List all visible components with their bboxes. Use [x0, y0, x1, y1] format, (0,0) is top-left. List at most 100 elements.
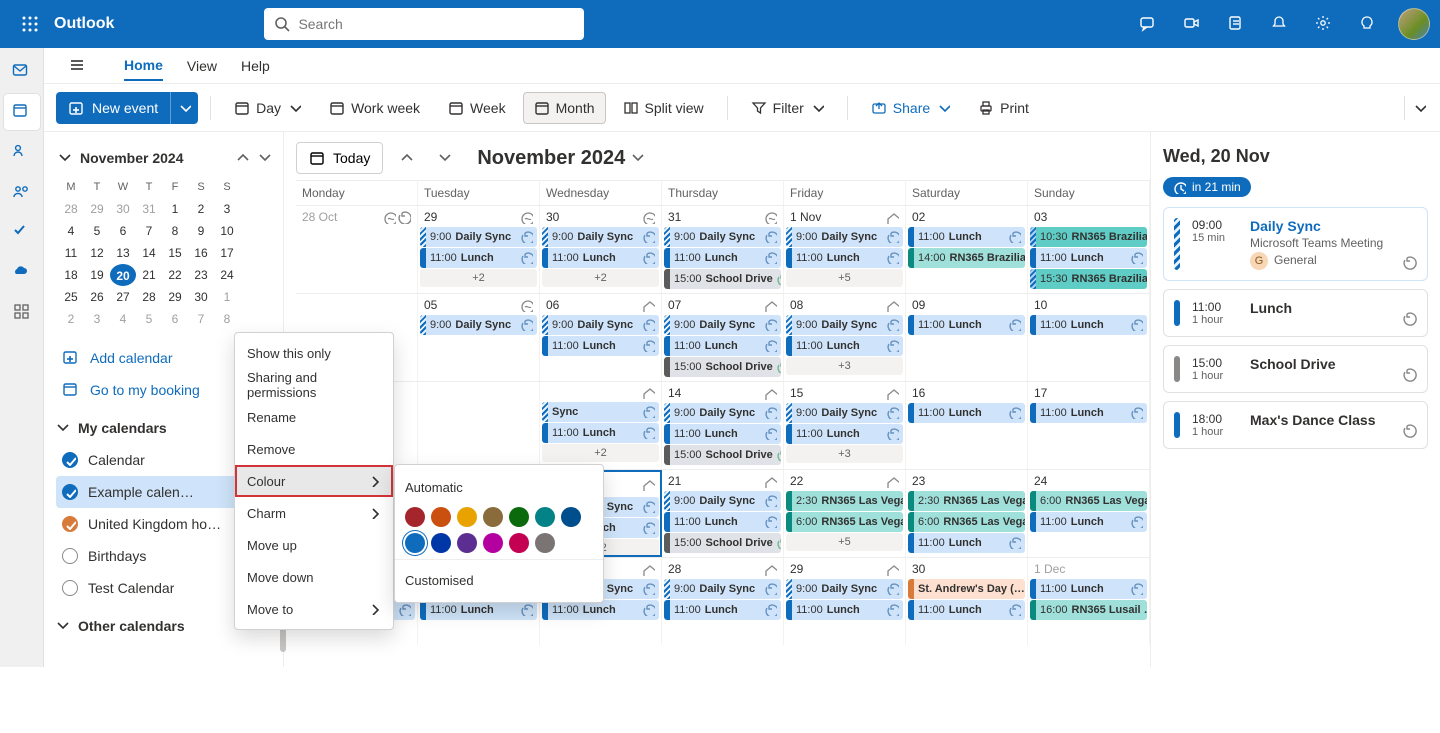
calendar-event[interactable]: 11:00Lunch: [1030, 512, 1147, 532]
view-day-button[interactable]: Day: [223, 92, 312, 124]
month-cell[interactable]: 30St. Andrew's Day (…11:00Lunch: [906, 558, 1028, 645]
calendar-event[interactable]: St. Andrew's Day (…: [908, 579, 1025, 599]
more-events-button[interactable]: +2: [542, 269, 659, 287]
ctx-move-down[interactable]: Move down: [235, 561, 393, 593]
new-event-split[interactable]: [170, 92, 198, 124]
more-events-button[interactable]: +2: [542, 444, 659, 462]
mini-day[interactable]: 30: [188, 286, 214, 308]
calendar-event[interactable]: 11:00Lunch: [664, 424, 781, 444]
month-cell[interactable]: 309:00Daily Sync11:00Lunch+2: [540, 206, 662, 293]
month-cell[interactable]: 0211:00Lunch14:00RN365 Brazilian: [906, 206, 1028, 293]
month-cell[interactable]: 149:00Daily Sync11:00Lunch15:00School Dr…: [662, 382, 784, 469]
month-cell[interactable]: [418, 382, 540, 469]
rail-groups[interactable]: [4, 174, 40, 210]
calendar-event[interactable]: 6:00RN365 Las Vegas: [908, 512, 1025, 532]
month-cell[interactable]: 1 Nov9:00Daily Sync11:00Lunch+5: [784, 206, 906, 293]
calendar-event[interactable]: 11:00Lunch: [908, 533, 1025, 553]
mini-day[interactable]: 4: [110, 308, 136, 330]
calendar-event[interactable]: 6:00RN365 Las Vegas: [786, 512, 903, 532]
colour-swatch[interactable]: [405, 533, 425, 553]
view-workweek-button[interactable]: Work week: [318, 92, 431, 124]
search-input[interactable]: [290, 16, 574, 32]
mini-day[interactable]: 31: [136, 198, 162, 220]
month-cell[interactable]: 1611:00Lunch: [906, 382, 1028, 469]
calendar-event[interactable]: 11:00Lunch: [786, 424, 903, 444]
rail-todo[interactable]: [4, 214, 40, 250]
mini-day[interactable]: 18: [58, 264, 84, 286]
colour-swatch[interactable]: [509, 533, 529, 553]
calendar-event[interactable]: 9:00Daily Sync: [786, 227, 903, 247]
mini-day[interactable]: 3: [84, 308, 110, 330]
mini-day[interactable]: 23: [188, 264, 214, 286]
calendar-event[interactable]: 11:00Lunch: [664, 512, 781, 532]
mini-day[interactable]: 5: [136, 308, 162, 330]
mini-day[interactable]: 20: [110, 264, 136, 286]
calendar-event[interactable]: 9:00Daily Sync: [786, 579, 903, 599]
calendar-event[interactable]: 11:00Lunch: [542, 423, 659, 443]
filter-button[interactable]: Filter: [740, 92, 835, 124]
month-cell[interactable]: 059:00Daily Sync: [418, 294, 540, 381]
calendar-event[interactable]: 9:00Daily Sync: [420, 315, 537, 335]
share-button[interactable]: Share: [860, 92, 961, 124]
mini-day[interactable]: 7: [188, 308, 214, 330]
month-cell[interactable]: 232:30RN365 Las Vegas6:00RN365 Las Vegas…: [906, 470, 1028, 557]
calendar-event[interactable]: 11:00Lunch: [542, 600, 659, 620]
calendar-event[interactable]: 11:00Lunch: [908, 600, 1025, 620]
mini-day[interactable]: 1: [214, 286, 240, 308]
mini-cal-next[interactable]: [255, 148, 275, 168]
mini-day[interactable]: 19: [84, 264, 110, 286]
ribbon-overflow-icon[interactable]: [1404, 96, 1428, 120]
calendar-event[interactable]: 11:00Lunch: [420, 248, 537, 268]
month-cell[interactable]: 159:00Daily Sync11:00Lunch+3: [784, 382, 906, 469]
calendar-event[interactable]: 11:00Lunch: [664, 600, 781, 620]
teams-chat-icon[interactable]: [1128, 4, 1168, 44]
calendar-event[interactable]: 9:00Daily Sync: [542, 227, 659, 247]
colour-swatch[interactable]: [535, 533, 555, 553]
mini-day[interactable]: 13: [110, 242, 136, 264]
mini-day[interactable]: 2: [58, 308, 84, 330]
prev-month-button[interactable]: [393, 144, 421, 172]
month-cell[interactable]: 069:00Daily Sync11:00Lunch: [540, 294, 662, 381]
calendar-event[interactable]: 9:00Daily Sync: [786, 403, 903, 423]
mini-day[interactable]: 8: [162, 220, 188, 242]
tips-icon[interactable]: [1348, 4, 1388, 44]
calendar-event[interactable]: 9:00Daily Sync: [542, 315, 659, 335]
nav-toggle-icon[interactable]: [60, 48, 96, 84]
meet-now-icon[interactable]: [1172, 4, 1212, 44]
colour-customised[interactable]: Customised: [405, 566, 593, 594]
mini-day[interactable]: 7: [136, 220, 162, 242]
month-cell[interactable]: 1711:00Lunch: [1028, 382, 1150, 469]
agenda-item[interactable]: 15:001 hourSchool Drive: [1163, 345, 1428, 393]
calendar-event[interactable]: 11:00Lunch: [908, 403, 1025, 423]
calendar-event[interactable]: 11:00Lunch: [786, 336, 903, 356]
colour-swatch[interactable]: [509, 507, 529, 527]
mini-day[interactable]: 11: [58, 242, 84, 264]
calendar-event[interactable]: 9:00Daily Sync: [664, 315, 781, 335]
calendar-event[interactable]: 15:00School Drive: [664, 445, 781, 465]
next-month-button[interactable]: [431, 144, 459, 172]
calendar-event[interactable]: 11:00Lunch: [1030, 403, 1147, 423]
mini-day[interactable]: 4: [58, 220, 84, 242]
mini-day[interactable]: 29: [84, 198, 110, 220]
month-cell[interactable]: 1 Dec11:00Lunch16:00RN365 Lusail …: [1028, 558, 1150, 645]
calendar-event[interactable]: 15:00School Drive: [664, 533, 781, 553]
colour-swatch[interactable]: [561, 507, 581, 527]
notes-icon[interactable]: [1216, 4, 1256, 44]
calendar-event[interactable]: 15:00School Drive: [664, 357, 781, 377]
view-week-button[interactable]: Week: [437, 92, 517, 124]
new-event-button[interactable]: New event: [56, 92, 170, 124]
colour-swatch[interactable]: [405, 507, 425, 527]
tab-view[interactable]: View: [187, 52, 217, 80]
calendar-event[interactable]: 9:00Daily Sync: [664, 403, 781, 423]
tab-help[interactable]: Help: [241, 52, 270, 80]
calendar-event[interactable]: 11:00Lunch: [1030, 579, 1147, 599]
mini-day[interactable]: 25: [58, 286, 84, 308]
calendar-checkbox[interactable]: [62, 452, 78, 468]
calendar-event[interactable]: 11:00Lunch: [908, 227, 1025, 247]
mini-cal-prev[interactable]: [233, 148, 253, 168]
ctx-sharing-and-permissions[interactable]: Sharing and permissions: [235, 369, 393, 401]
month-cell[interactable]: 1011:00Lunch: [1028, 294, 1150, 381]
calendar-event[interactable]: 9:00Daily Sync: [664, 491, 781, 511]
search-box[interactable]: [264, 8, 584, 40]
calendar-checkbox[interactable]: [62, 548, 78, 564]
